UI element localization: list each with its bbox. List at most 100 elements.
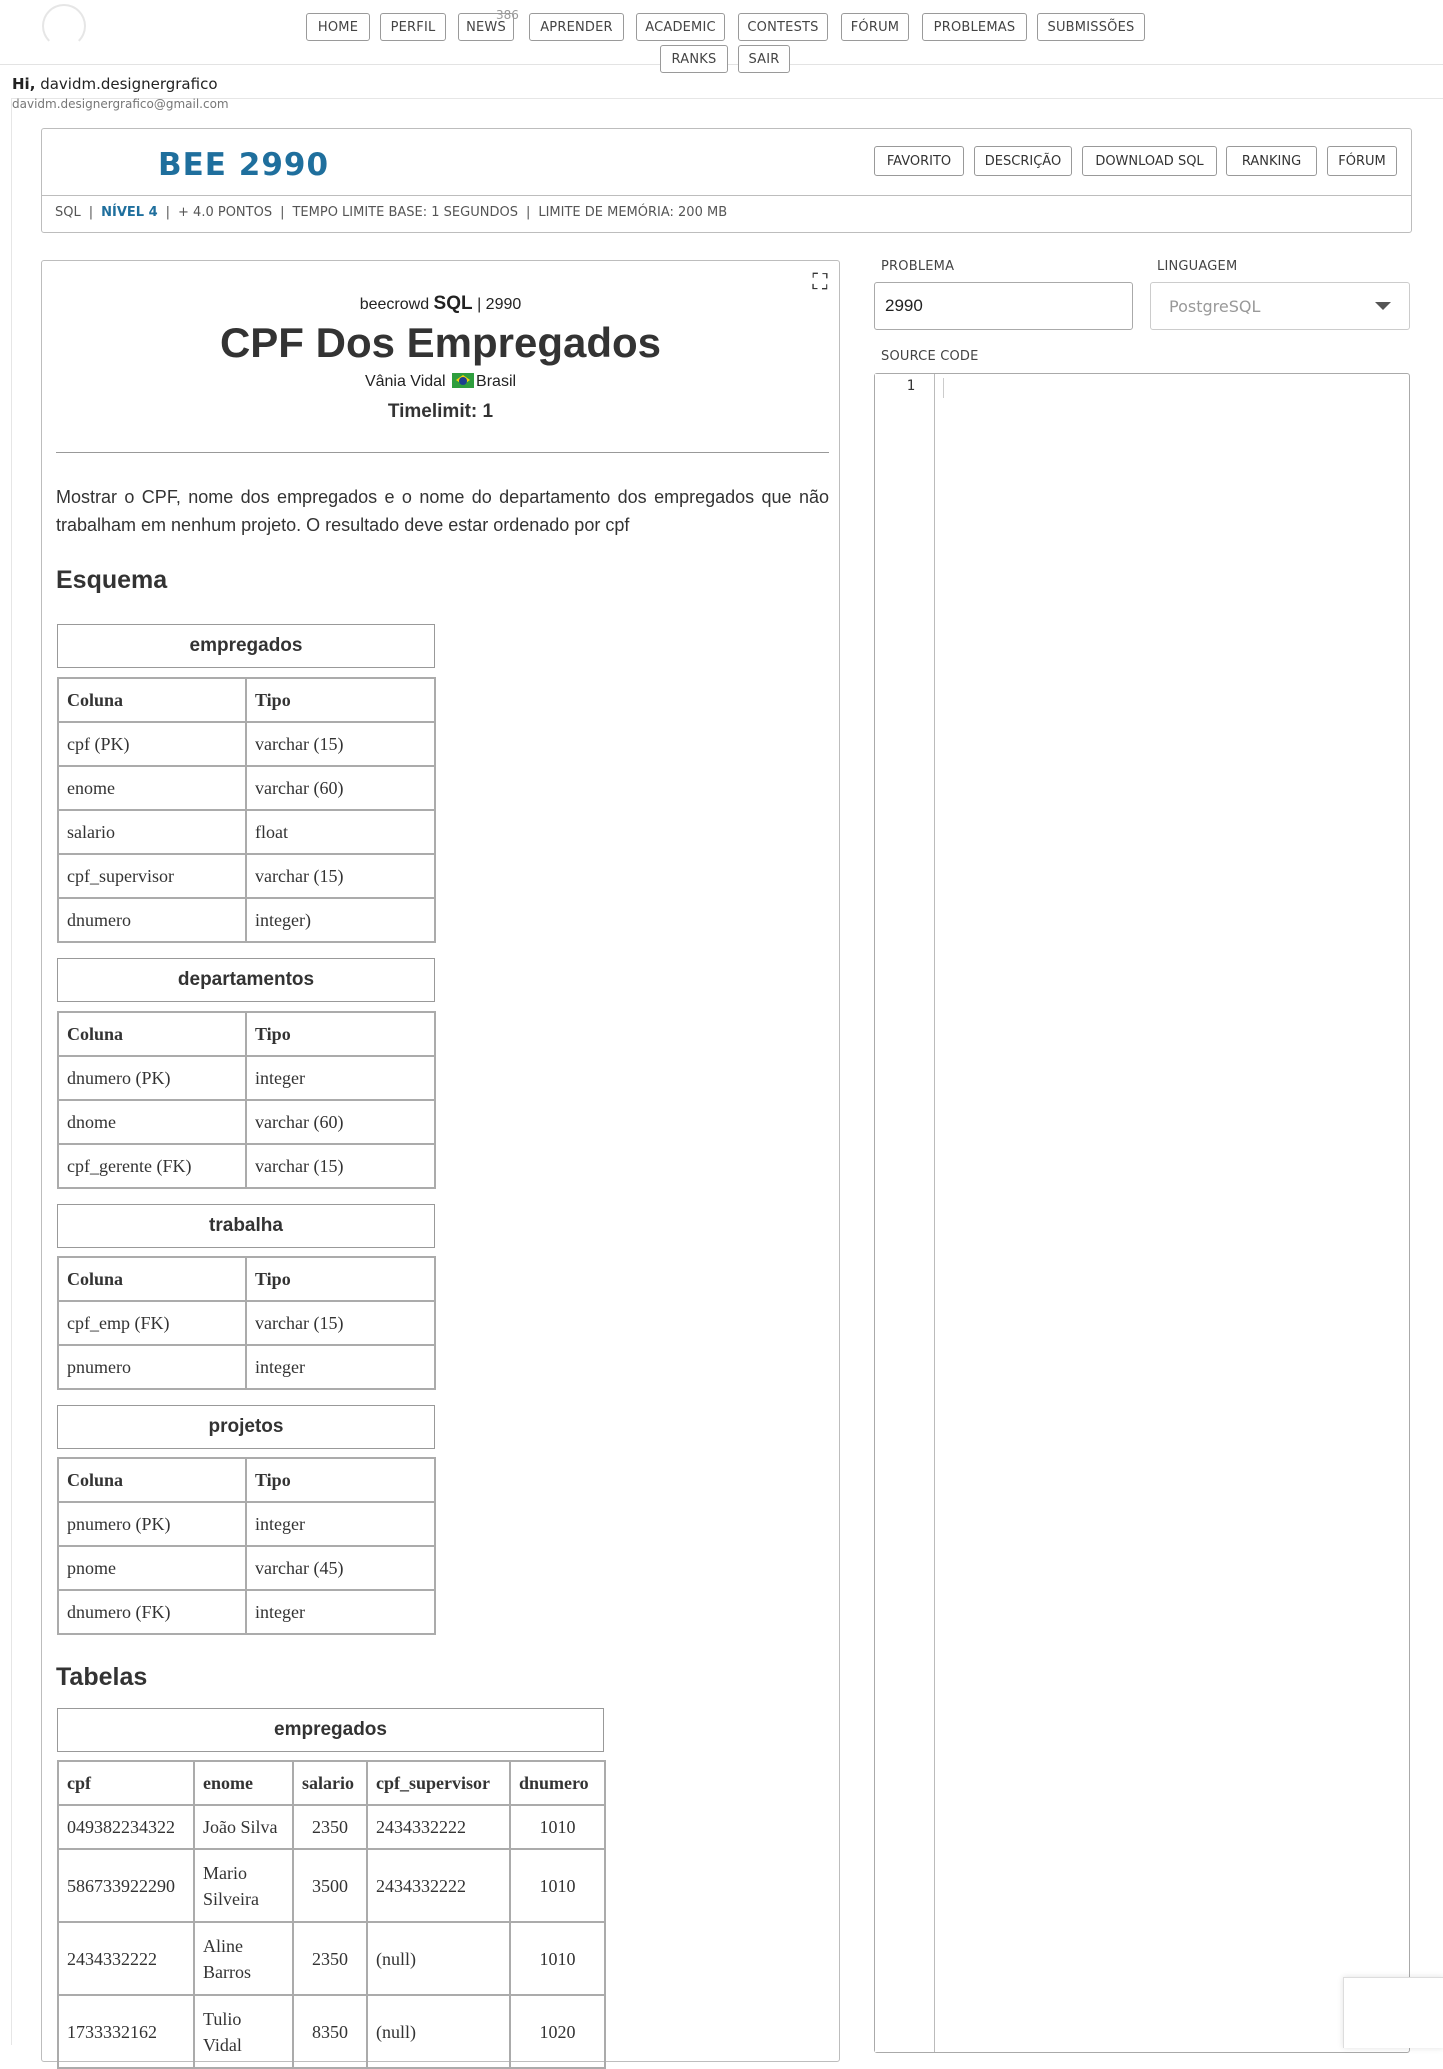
schema-cell: dnumero (PK) [57,1055,247,1101]
header-divider [42,195,1411,196]
nav-perfil-button[interactable]: PERFIL [380,13,446,41]
column-header: Coluna [57,1256,247,1302]
floating-widget[interactable] [1343,1977,1443,2048]
schema-cell: cpf_gerente (FK) [57,1143,247,1189]
schema-cell: varchar (15) [245,1143,436,1189]
schema-cell: pnome [57,1545,247,1591]
data-cell: 586733922290 [57,1848,195,1923]
news-count-badge: 386 [496,8,519,22]
schema-cell: pnumero (PK) [57,1501,247,1547]
favorito-button[interactable]: FAVORITO [874,146,964,176]
tables-heading: Tabelas [56,1663,148,1691]
schema-cell: pnumero [57,1344,247,1390]
data-header-cell: dnumero [509,1760,606,1806]
column-header: Coluna [57,1457,247,1503]
problem-timelimit: Timelimit: 1 [387,401,494,422]
data-cell: Tulio Vidal [193,1994,294,2069]
data-cell: 3500 [292,1848,368,1923]
nav-academic-button[interactable]: ACADEMIC [636,13,725,41]
problem-source: beecrowd SQL | 2990 [42,293,839,315]
column-header: Coluna [57,1011,247,1057]
schema-cell: varchar (15) [245,1300,436,1346]
schema-cell: integer) [245,897,436,943]
nav-ranks-button[interactable]: RANKS [660,45,728,73]
data-cell: 1010 [509,1804,606,1850]
avatar[interactable] [42,4,86,48]
greeting-label: Hi, [12,75,36,93]
author-name: Vânia Vidal [364,373,446,390]
meta-points: + 4.0 PONTOS [178,205,273,220]
schema-cell: varchar (15) [245,721,436,767]
data-cell: 1020 [509,1994,606,2069]
language-label: LINGUAGEM [1157,259,1238,274]
problem-title: CPF Dos Empregados [219,319,662,366]
table-row: 586733922290 Mario Silveira 3500 2434332… [57,1848,606,1923]
meta-level: NÍVEL 4 [101,205,158,220]
schema-cell: float [245,809,436,855]
chevron-down-icon [1375,302,1391,310]
meta-memory: LIMITE DE MEMÓRIA: 200 MB [538,205,728,220]
nav-aprender-button[interactable]: APRENDER [529,13,624,41]
data-cell: 1010 [509,1848,606,1923]
schema-cell: cpf_supervisor [57,853,247,899]
schema-cell: integer [245,1589,436,1635]
schema-cell: varchar (45) [245,1545,436,1591]
schema-table-trabalha: Coluna Tipo cpf_emp (FK) varchar (15) pnum… [57,1256,436,1390]
data-cell: (null) [366,1994,511,2069]
data-cell: 1733332162 [57,1994,195,2069]
nav-submissoes-button[interactable]: SUBMISSÕES [1037,13,1145,41]
schema-cell: dnome [57,1099,247,1145]
data-table-empregados: cpf enome salario cpf_supervisor dnumero… [57,1760,606,2069]
type-header: Tipo [245,1457,436,1503]
schema-cell: enome [57,765,247,811]
forum-button[interactable]: FÓRUM [1327,146,1397,176]
title-divider [56,452,829,453]
table-row: 049382234322 João Silva 2350 2434332222 … [57,1804,606,1850]
column-header: Coluna [57,677,247,723]
schema-cell: cpf_emp (FK) [57,1300,247,1346]
type-header: Tipo [245,1011,436,1057]
problem-description: Mostrar o CPF, nome dos empregados e o n… [56,487,829,535]
language-value: PostgreSQL [1169,296,1261,316]
line-number-gutter: 1 [875,374,935,2052]
ranking-button[interactable]: RANKING [1226,146,1317,176]
schema-table-caption: departamentos [57,958,435,1002]
download-sql-button[interactable]: DOWNLOAD SQL [1082,146,1217,176]
problem-description-card: ⛶ beecrowd SQL | 2990 CPF Dos Empregados… [41,260,840,2069]
schema-cell: integer [245,1055,436,1101]
table-row: 1733332162 Tulio Vidal 8350 (null) 1020 [57,1994,606,2069]
schema-heading: Esquema [56,566,168,594]
problem-input[interactable]: 2990 [874,282,1133,330]
source-code-editor[interactable]: 1 [874,373,1410,2053]
data-cell: 1010 [509,1921,606,1996]
nav-home-button[interactable]: HOME [306,13,370,41]
schema-cell: dnumero (FK) [57,1589,247,1635]
nav-problemas-button[interactable]: PROBLEMAS [922,13,1027,41]
table-row: 2434332222 Aline Barros 2350 (null) 1010 [57,1921,606,1996]
schema-table-departamentos: Coluna Tipo dnumero (PK) integer dnome varc… [57,1011,436,1189]
expand-icon[interactable]: ⛶ [808,271,832,295]
data-cell: 2434332222 [57,1921,195,1996]
data-cell: (null) [366,1921,511,1996]
meta-timelimit: TEMPO LIMITE BASE: 1 SEGUNDOS [292,205,518,220]
nav-forum-button[interactable]: FÓRUM [841,13,909,41]
data-cell: 2350 [292,1921,368,1996]
user-greeting: Hi, davidm.designergrafico [12,75,218,93]
source-category: SQL [433,293,473,314]
problem-meta: SQL | NÍVEL 4 | + 4.0 PONTOS | TEMPO LIMITE BA… [55,205,728,220]
data-header-cell: enome [193,1760,294,1806]
nav-sair-button[interactable]: SAIR [738,45,790,73]
data-header-cell: salario [292,1760,368,1806]
data-cell: 8350 [292,1994,368,2069]
data-cell: Aline Barros [193,1921,294,1996]
schema-cell: varchar (60) [245,1099,436,1145]
source-number: | 2990 [477,296,522,313]
descricao-button[interactable]: DESCRIÇÃO [974,146,1072,176]
schema-cell: integer [245,1501,436,1547]
user-name: davidm.designergrafico [40,75,218,93]
schema-table-empregados: Coluna Tipo cpf (PK) varchar (15) enome var… [57,677,436,943]
nav-contests-button[interactable]: CONTESTS [738,13,828,41]
data-cell: João Silva [193,1804,294,1850]
user-email: davidm.designergrafico@gmail.com [12,97,229,111]
language-select[interactable]: PostgreSQL [1150,282,1410,330]
